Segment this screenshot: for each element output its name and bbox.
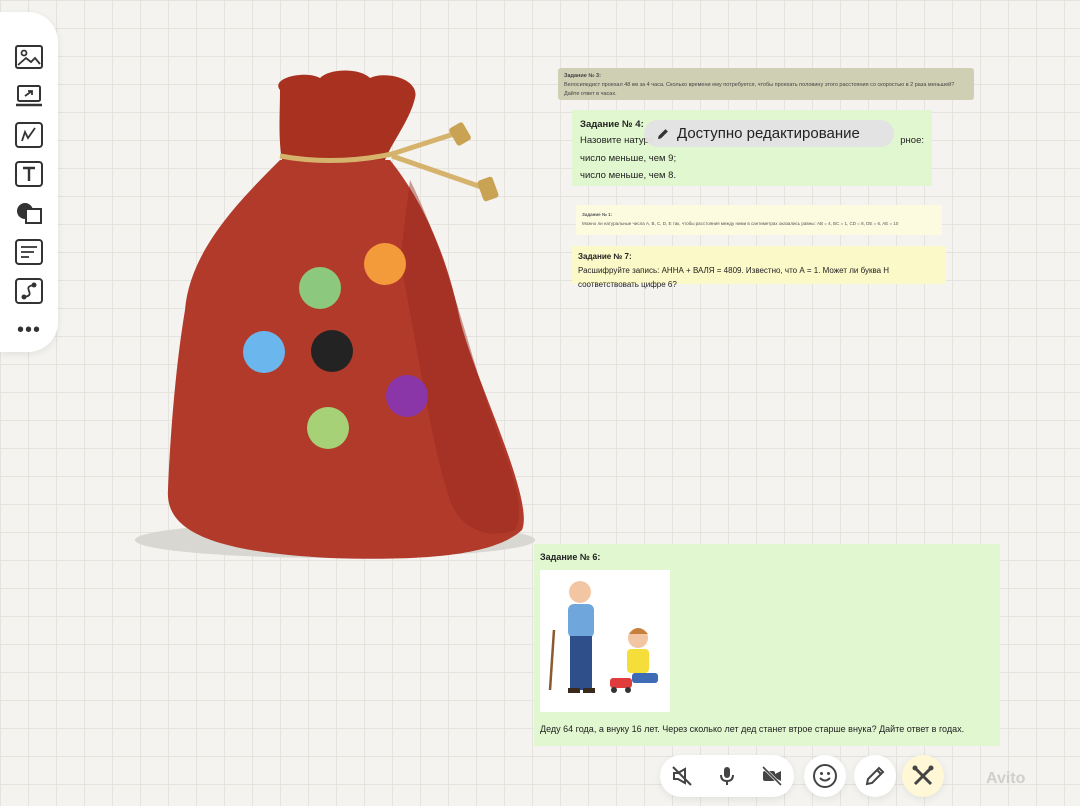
image-tool[interactable] (12, 40, 46, 74)
announce-button[interactable] (662, 756, 702, 796)
task-1-card[interactable]: Задание № 1: Можно ли натуральные числа … (576, 205, 942, 235)
megaphone-muted-icon (672, 766, 693, 786)
rope-tassel-1 (449, 122, 471, 146)
task-7-text: Расшифруйте запись: АННА + ВАЛЯ = 4809. … (578, 266, 890, 289)
connector-tool[interactable] (12, 274, 46, 308)
task-6-title: Задание № 6: (540, 552, 601, 562)
sack-image (135, 70, 535, 559)
sticky-note-icon (15, 239, 43, 265)
text-icon (15, 161, 43, 187)
task-7-card[interactable]: Задание № 7: Расшифруйте запись: АННА + … (572, 246, 946, 289)
sack-dot-6 (307, 407, 349, 449)
shapes-icon (17, 203, 42, 224)
tools-button[interactable] (902, 755, 944, 797)
grandfather-grandson-image (540, 570, 670, 712)
reactions-button[interactable] (804, 755, 846, 797)
connector-icon (15, 278, 43, 304)
sack-dot-3 (243, 331, 285, 373)
shapes-tool[interactable] (12, 196, 46, 230)
sack-dot-5 (386, 375, 428, 417)
media-controls (660, 755, 794, 797)
rope-tassel-2 (477, 176, 499, 202)
left-toolbar: ••• (0, 12, 58, 352)
camera-off-icon (761, 765, 782, 787)
camera-button[interactable] (752, 756, 792, 796)
sack-dot-2 (299, 267, 341, 309)
screen-share-icon (16, 85, 42, 107)
draw-pen-button[interactable] (854, 755, 896, 797)
draw-tool[interactable] (12, 118, 46, 152)
task-4-line-1-end: рное: (900, 135, 924, 146)
sack-dot-4 (311, 330, 353, 372)
sack-dot-1 (364, 243, 406, 285)
pencil-icon (658, 128, 668, 139)
sack-top (278, 70, 416, 160)
task-4-line-3: число меньше, чем 8. (580, 170, 677, 181)
pen-icon (865, 766, 885, 786)
editing-available-badge: Доступно редактирование (644, 120, 894, 147)
task-4-line-2: число меньше, чем 9; (580, 152, 677, 164)
smiley-icon (813, 764, 837, 788)
task-6-card[interactable]: Задание № 6: Деду 64 года, а внуку 16 ле… (534, 544, 1000, 746)
screen-share-tool[interactable] (12, 79, 46, 113)
text-tool[interactable] (12, 157, 46, 191)
task-3-title: Задание № 3: (564, 73, 601, 79)
editing-available-label: Доступно редактирование (677, 125, 860, 142)
task-1-title: Задание № 1: (582, 212, 613, 217)
pen-draw-icon (15, 122, 43, 148)
task-3-card[interactable]: Задание № 3: Велосипедист проехал 48 км … (558, 68, 974, 100)
microphone-button[interactable] (707, 756, 747, 796)
sticky-note-tool[interactable] (12, 235, 46, 269)
avito-watermark: Avito (986, 770, 1026, 787)
task-6-text: Деду 64 года, а внуку 16 лет. Через скол… (540, 724, 965, 734)
more-tools-button[interactable]: ••• (17, 319, 41, 342)
image-icon (15, 45, 43, 69)
task-1-text: Можно ли натуральные числа A, B, C, D, E… (582, 221, 899, 226)
tools-icon (912, 765, 934, 786)
microphone-icon (719, 767, 734, 785)
task-4-line-1: Назовите натура (580, 135, 655, 146)
task-7-title: Задание № 7: (578, 252, 632, 261)
task-3-text: Велосипедист проехал 48 км за 4 часа. Ск… (564, 82, 955, 97)
